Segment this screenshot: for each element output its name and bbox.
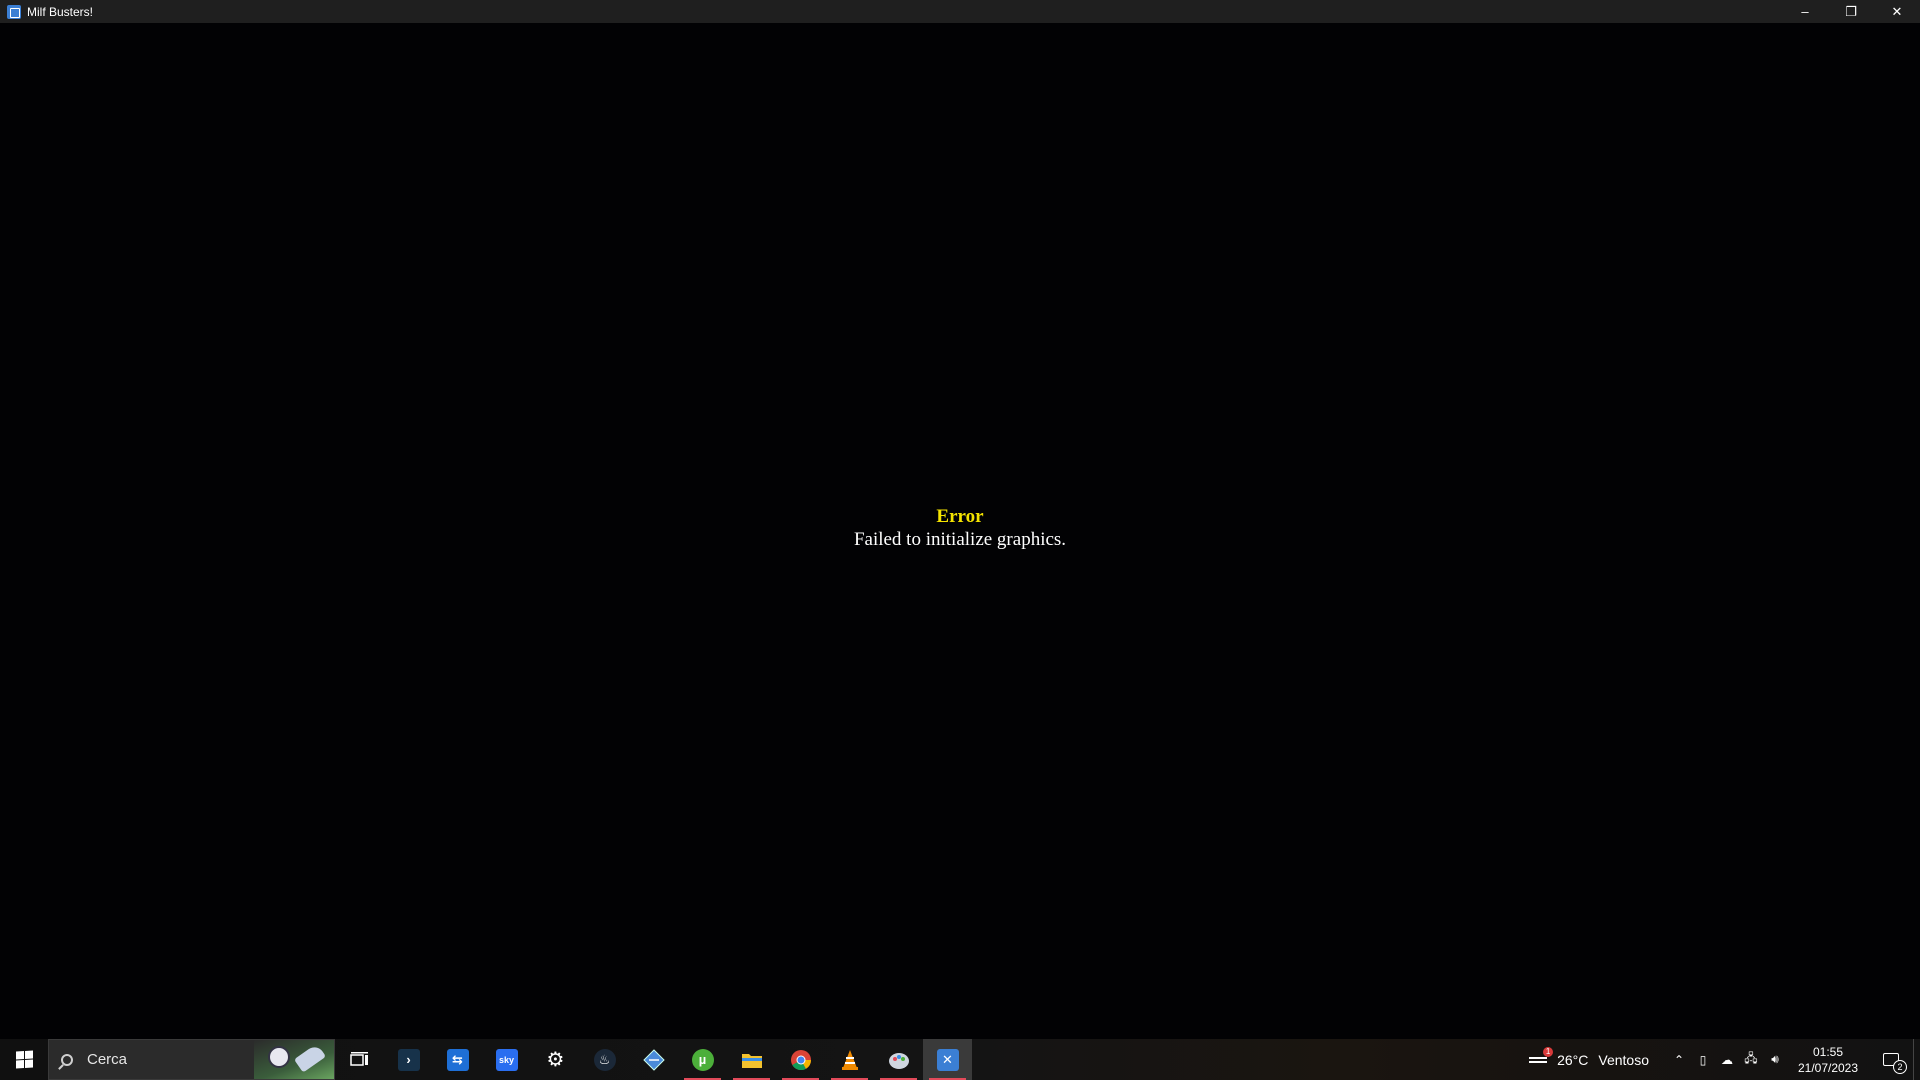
search-box[interactable]	[48, 1039, 335, 1080]
clock[interactable]: 01:55 21/07/2023	[1793, 1044, 1863, 1076]
app-icon	[7, 4, 21, 19]
taskbar-app-powershell[interactable]: ›	[384, 1039, 433, 1080]
search-icon	[61, 1053, 73, 1066]
taskbar-app-milf-busters[interactable]: ✕	[923, 1039, 972, 1080]
search-highlight-image[interactable]	[254, 1040, 334, 1079]
notification-center-button[interactable]: 2	[1869, 1039, 1913, 1080]
taskbar-app-paint[interactable]	[874, 1039, 923, 1080]
remote-icon: ⇆	[446, 1048, 469, 1071]
taskbar-app-remote[interactable]: ⇆	[433, 1039, 482, 1080]
wind-icon	[1529, 1046, 1554, 1067]
windows-logo-icon	[15, 1050, 33, 1069]
minimize-button[interactable]: –	[1782, 0, 1828, 23]
clock-date: 21/07/2023	[1797, 1060, 1859, 1075]
soccer-boot-icon	[293, 1043, 327, 1073]
folder-icon	[741, 1053, 762, 1068]
network-icon[interactable]: 🖧	[1739, 1039, 1763, 1080]
window-controls: – ❐ ✕	[1782, 0, 1920, 23]
close-button[interactable]: ✕	[1874, 0, 1920, 23]
clock-time: 01:55	[1812, 1044, 1844, 1059]
taskbar-app-file-explorer[interactable]	[727, 1039, 776, 1080]
steam-icon: ♨	[593, 1048, 616, 1071]
taskbar-app-vlc[interactable]	[825, 1039, 874, 1080]
task-view-icon	[349, 1051, 368, 1066]
taskbar-app-chrome[interactable]	[776, 1039, 825, 1080]
palette-icon	[888, 1052, 909, 1069]
game-window: Milf Busters! – ❐ ✕ Error Failed to init…	[0, 0, 1920, 1039]
taskbar-app-steam[interactable]: ♨	[580, 1039, 629, 1080]
cloud-icon[interactable]: ☁	[1715, 1039, 1739, 1080]
taskbar-app-diamond[interactable]	[629, 1039, 678, 1080]
taskbar-app-settings[interactable]: ⚙	[531, 1039, 580, 1080]
weather-widget[interactable]: 26°C Ventoso	[1529, 1046, 1649, 1068]
title-bar[interactable]: Milf Busters! – ❐ ✕	[0, 0, 1920, 23]
restore-button[interactable]: ❐	[1828, 0, 1874, 23]
taskbar-app-sky[interactable]: sky	[482, 1039, 531, 1080]
start-button[interactable]	[0, 1039, 48, 1080]
soccer-ball-icon	[268, 1046, 290, 1068]
volume-icon[interactable]: 🔊︎	[1763, 1039, 1787, 1080]
system-tray: 26°C Ventoso ⌃ ▯ ☁ 🖧 🔊︎ 01:55 21/07/2023…	[1529, 1039, 1920, 1080]
show-desktop-button[interactable]	[1913, 1039, 1920, 1080]
search-input[interactable]	[85, 1050, 239, 1069]
vlc-icon	[841, 1049, 858, 1070]
game-viewport: Error Failed to initialize graphics.	[0, 23, 1920, 1039]
chrome-icon	[790, 1049, 811, 1070]
error-title: Error	[936, 506, 984, 527]
game-icon: ✕	[936, 1048, 959, 1071]
gear-icon: ⚙	[546, 1049, 565, 1071]
utorrent-icon: µ	[691, 1048, 714, 1071]
weather-condition: Ventoso	[1598, 1051, 1649, 1068]
taskbar-app-utorrent[interactable]: µ	[678, 1039, 727, 1080]
window-title: Milf Busters!	[27, 4, 94, 19]
error-message: Failed to initialize graphics.	[853, 529, 1067, 550]
chevron-up-icon[interactable]: ⌃	[1667, 1039, 1691, 1080]
device-icon[interactable]: ▯	[1691, 1039, 1715, 1080]
terminal-icon: ›	[397, 1048, 420, 1071]
notification-count: 2	[1893, 1060, 1907, 1074]
diamond-icon	[642, 1048, 665, 1071]
taskbar: › ⇆ sky ⚙ ♨ µ ✕ 26°C Ventoso ⌃ ▯ ☁	[0, 1039, 1920, 1080]
weather-temperature: 26°C	[1557, 1051, 1589, 1068]
taskbar-app-task-view[interactable]	[335, 1039, 384, 1080]
sky-icon: sky	[495, 1048, 518, 1071]
error-message-block: Error Failed to initialize graphics.	[760, 505, 1160, 551]
